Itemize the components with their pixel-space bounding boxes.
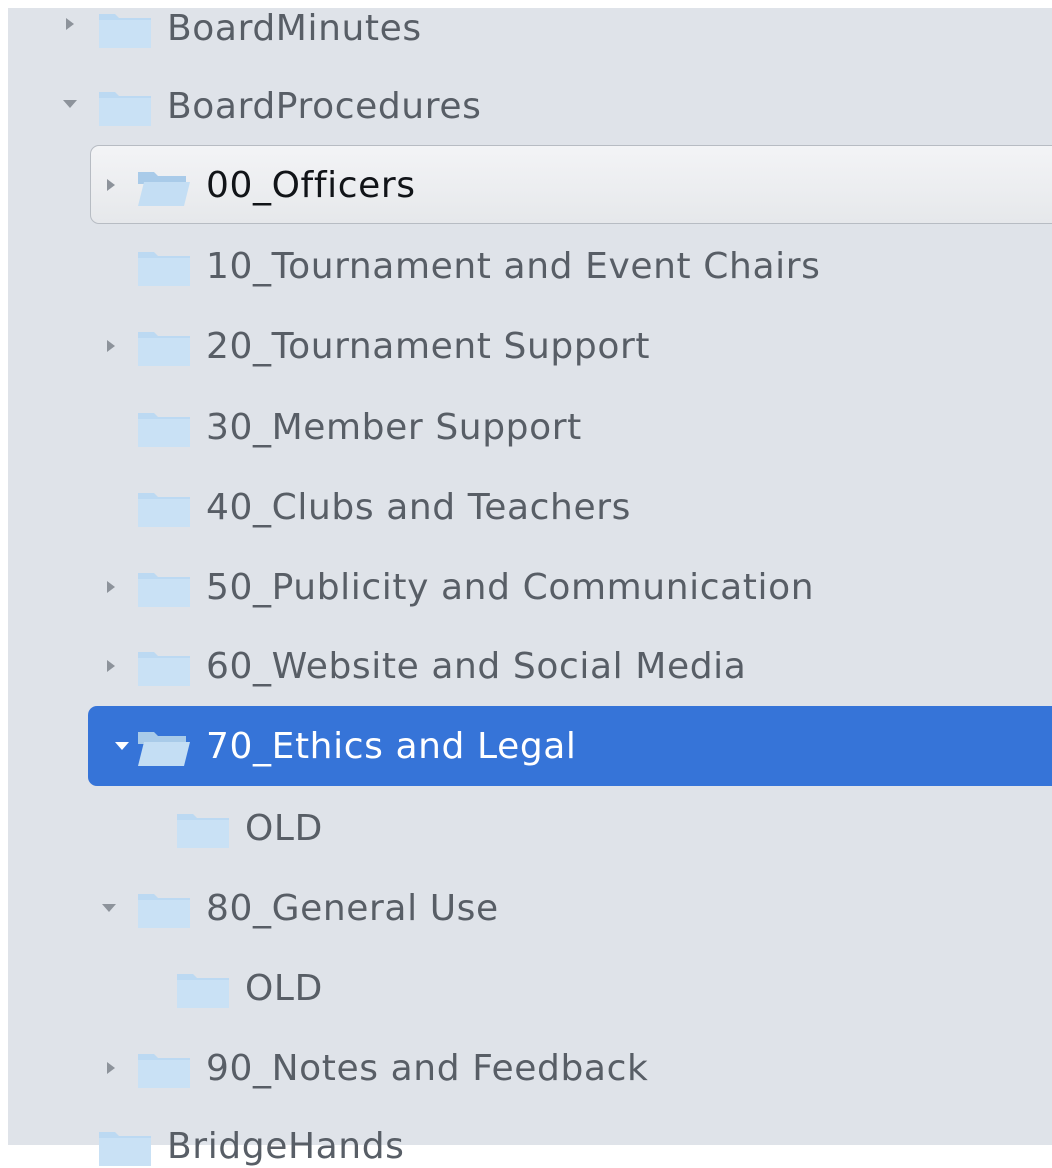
folder-icon: [138, 252, 190, 286]
tree-item-label: 20_Tournament Support: [206, 326, 651, 367]
expand-arrow-icon[interactable]: [107, 1062, 115, 1074]
tree-item-label: BoardProcedures: [167, 86, 482, 127]
tree-item-label: 90_Notes and Feedback: [206, 1048, 649, 1089]
folder-icon: [138, 1054, 190, 1088]
folder-icon: [138, 573, 190, 607]
folder-open-icon: [138, 732, 190, 766]
folder-icon: [138, 413, 190, 447]
tree-item-label: 00_Officers: [206, 165, 416, 206]
folder-icon: [138, 894, 190, 928]
collapse-arrow-icon[interactable]: [63, 100, 77, 108]
folder-icon: [177, 814, 229, 848]
tree-item-label: BoardMinutes: [167, 8, 422, 49]
folder-icon: [138, 332, 190, 366]
folder-icon: [138, 493, 190, 527]
collapse-arrow-icon[interactable]: [115, 742, 129, 750]
collapse-arrow-icon[interactable]: [102, 904, 116, 912]
tree-item-label: 10_Tournament and Event Chairs: [206, 246, 821, 287]
tree-item-label: 50_Publicity and Communication: [206, 567, 815, 608]
folder-open-icon: [138, 172, 190, 206]
folder-icon: [99, 14, 151, 48]
expand-arrow-icon[interactable]: [107, 179, 115, 191]
expand-arrow-icon[interactable]: [107, 340, 115, 352]
expand-arrow-icon[interactable]: [66, 18, 74, 30]
tree-item-label: 60_Website and Social Media: [206, 646, 747, 687]
tree-item-label: 80_General Use: [206, 888, 499, 929]
tree-item-label: OLD: [245, 808, 323, 849]
tree-item-label: 30_Member Support: [206, 407, 582, 448]
folder-icon: [177, 974, 229, 1008]
tree-item-label: OLD: [245, 968, 323, 1009]
tree-item-label: 40_Clubs and Teachers: [206, 487, 631, 528]
folder-icon: [138, 652, 190, 686]
expand-arrow-icon[interactable]: [107, 660, 115, 672]
folder-icon: [99, 1132, 151, 1166]
folder-icon: [99, 92, 151, 126]
tree-item-label: 70_Ethics and Legal: [206, 726, 577, 767]
expand-arrow-icon[interactable]: [107, 581, 115, 593]
tree-item-label: BridgeHands: [167, 1126, 405, 1167]
